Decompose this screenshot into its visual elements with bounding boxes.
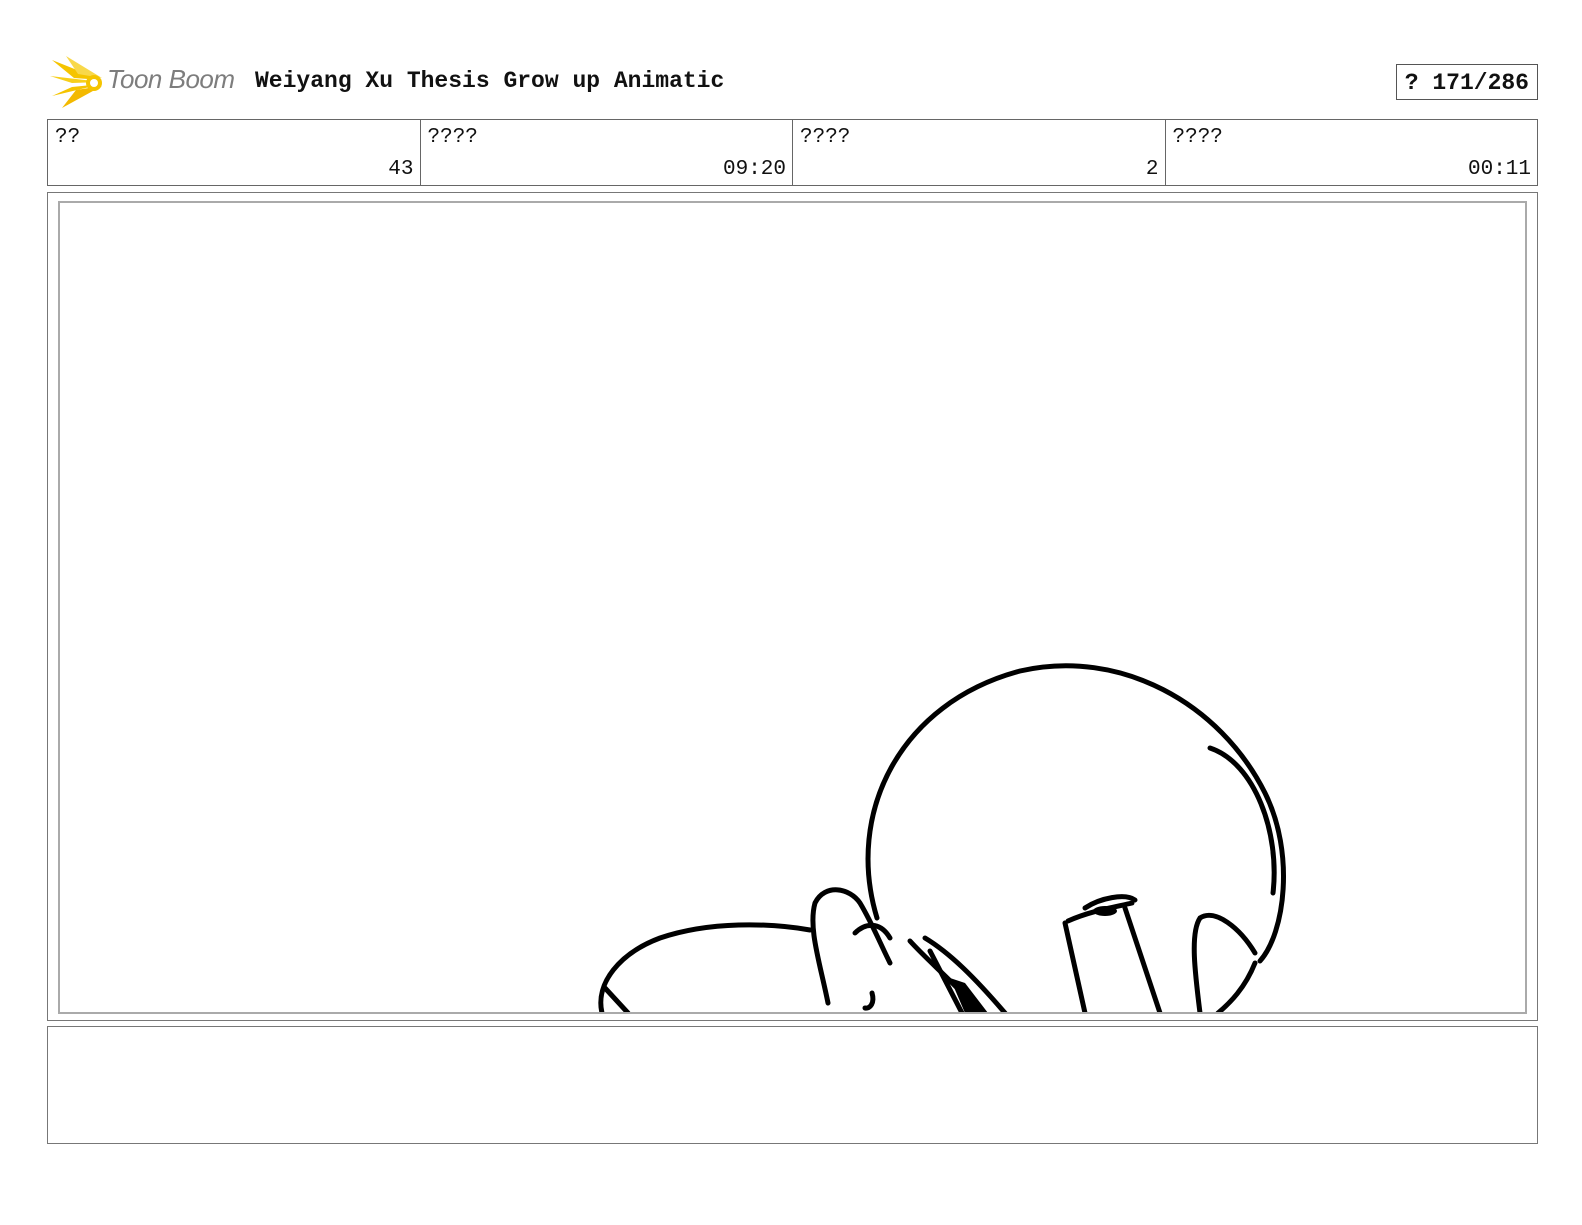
brand-name: Toon Boom xyxy=(107,64,235,94)
info-value: 43 xyxy=(388,158,414,181)
scene-info-row: ?? 43 ???? 09:20 ???? 2 ???? 00:11 xyxy=(47,119,1538,186)
storyboard-panel xyxy=(47,192,1538,1021)
toon-boom-logo: Toon Boom xyxy=(50,56,240,110)
info-value: 2 xyxy=(1145,158,1159,181)
info-cell-panel: ???? 2 xyxy=(793,120,1166,185)
starburst-icon xyxy=(50,56,102,108)
page-indicator: ? 171/286 xyxy=(1395,64,1538,100)
info-value: 00:11 xyxy=(1467,158,1531,181)
page-header: Toon Boom Weiyang Xu Thesis Grow up Anim… xyxy=(48,56,1538,110)
panel-frame xyxy=(58,201,1527,1014)
document-title: Weiyang Xu Thesis Grow up Animatic xyxy=(255,68,725,94)
info-label: ?? xyxy=(55,126,81,149)
info-value: 09:20 xyxy=(722,158,786,181)
info-label: ???? xyxy=(800,126,851,149)
info-cell-duration: ???? 09:20 xyxy=(421,120,793,185)
info-label: ???? xyxy=(427,126,478,149)
notes-box xyxy=(47,1026,1538,1144)
info-cell-scene: ?? 43 xyxy=(48,120,421,185)
info-label: ???? xyxy=(1172,126,1223,149)
info-cell-panel-duration: ???? 00:11 xyxy=(1166,120,1538,185)
panel-sketch xyxy=(598,663,1286,1012)
